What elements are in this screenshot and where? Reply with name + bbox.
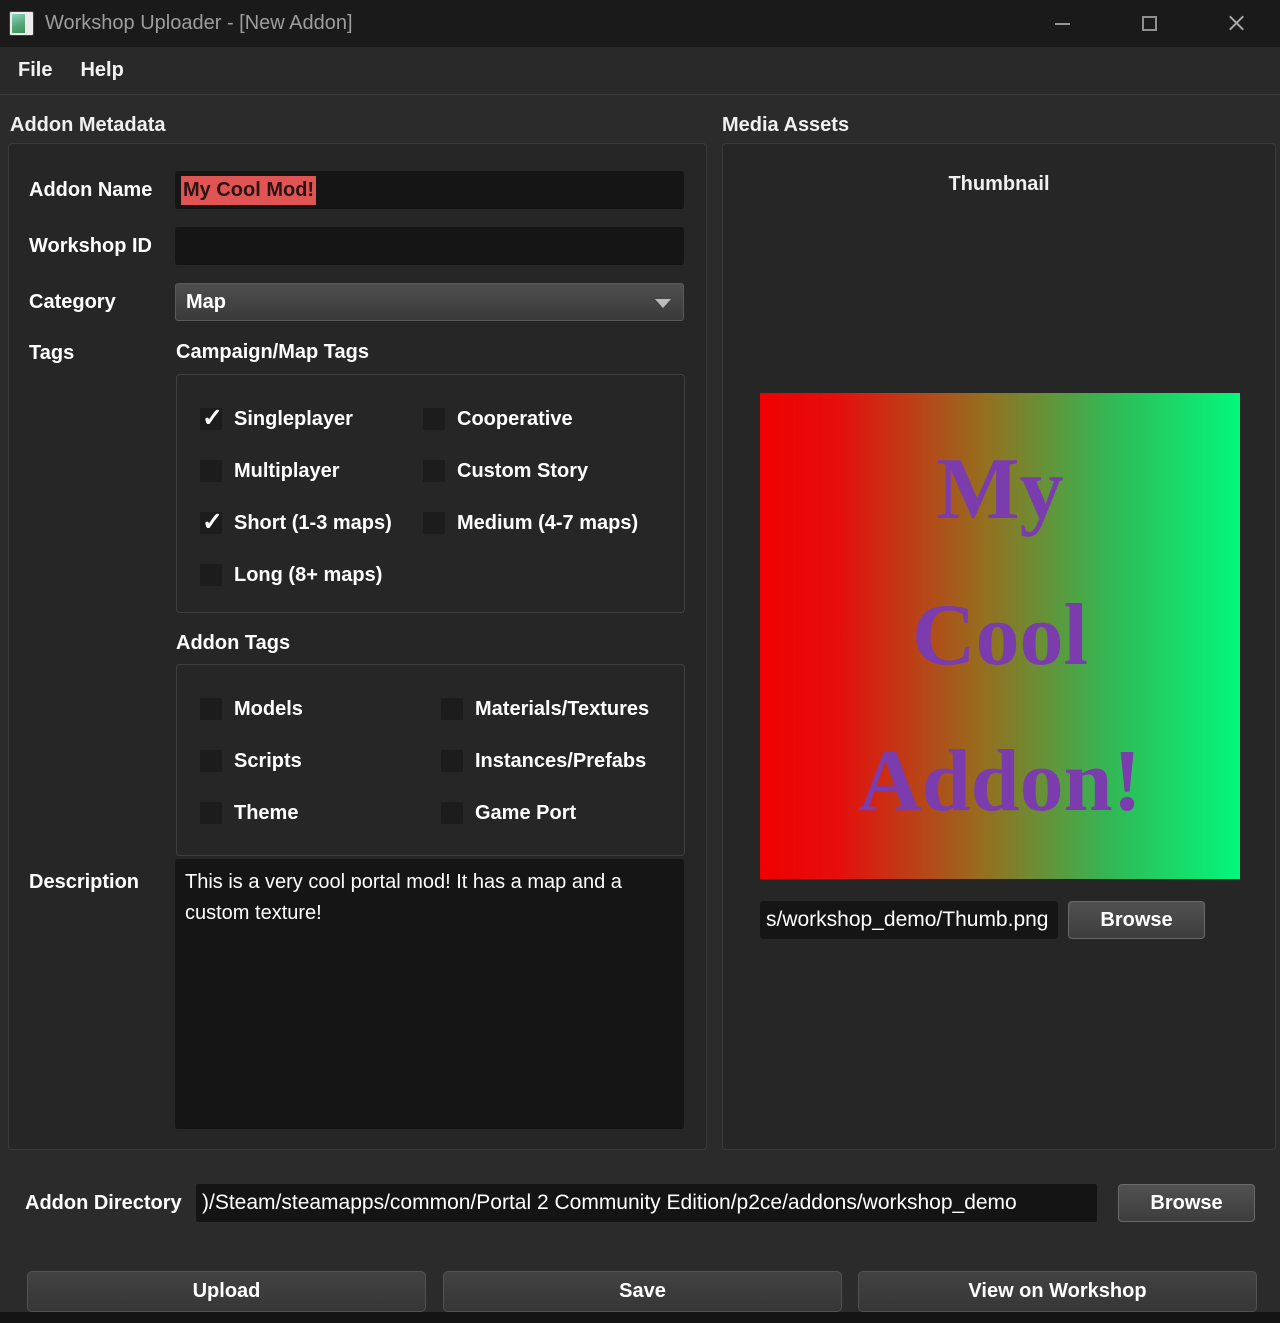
checkbox[interactable] <box>199 801 223 825</box>
campaign-tag-item[interactable]: Short (1-3 maps) <box>199 511 422 535</box>
save-button[interactable]: Save <box>443 1271 842 1312</box>
addon-directory-input[interactable]: )/Steam/steamapps/common/Portal 2 Commun… <box>196 1184 1097 1222</box>
maximize-button[interactable] <box>1106 0 1193 47</box>
description-label: Description <box>29 870 139 894</box>
checkbox-label: Multiplayer <box>234 460 340 483</box>
addon-name-selected-text: My Cool Mod! <box>181 176 316 205</box>
metadata-section-label: Addon Metadata <box>10 114 166 137</box>
addon-tag-item[interactable]: Scripts <box>199 749 440 773</box>
thumbnail-path-input[interactable]: s/workshop_demo/Thumb.png <box>760 901 1058 939</box>
addon-tag-item[interactable]: Materials/Textures <box>440 697 684 721</box>
addon-name-input[interactable]: My Cool Mod! <box>175 171 684 209</box>
media-section-label: Media Assets <box>722 114 849 137</box>
category-value: Map <box>186 291 226 314</box>
thumbnail-label: Thumbnail <box>723 173 1275 196</box>
checkbox-label: Custom Story <box>457 460 588 483</box>
checkbox-label: Scripts <box>234 750 302 773</box>
addon-tags-grid: Models Materials/Textures Scripts <box>177 665 684 839</box>
menubar: File Help <box>0 47 1280 95</box>
addon-tags-title: Addon Tags <box>176 632 290 655</box>
checkbox[interactable] <box>440 801 464 825</box>
chevron-down-icon <box>655 299 671 308</box>
addon-tag-item[interactable]: Theme <box>199 801 440 825</box>
thumbnail-path-value: s/workshop_demo/Thumb.png <box>766 908 1049 932</box>
campaign-tags-groupbox: Singleplayer Cooperative Multiplayer <box>176 374 685 613</box>
upload-button[interactable]: Upload <box>27 1271 426 1312</box>
maximize-icon <box>1142 16 1157 31</box>
checkbox[interactable] <box>422 459 446 483</box>
checkbox-label: Theme <box>234 802 298 825</box>
checkbox[interactable] <box>440 697 464 721</box>
app-icon-art <box>12 14 25 33</box>
checkbox-label: Long (8+ maps) <box>234 564 382 587</box>
titlebar: Workshop Uploader - [New Addon] <box>0 0 1280 47</box>
checkbox[interactable] <box>422 511 446 535</box>
addon-name-label: Addon Name <box>29 171 152 209</box>
checkbox[interactable] <box>440 749 464 773</box>
metadata-panel: Addon Name My Cool Mod! Workshop ID Cate… <box>8 143 707 1150</box>
app-icon <box>9 11 34 36</box>
addon-tags-groupbox: Models Materials/Textures Scripts <box>176 664 685 856</box>
checkbox-label: Materials/Textures <box>475 698 649 721</box>
thumbnail-text-line: Addon! <box>858 709 1142 855</box>
category-label: Category <box>29 283 116 321</box>
window-controls <box>1019 0 1280 47</box>
thumbnail-preview: My Cool Addon! <box>760 393 1240 879</box>
checkbox[interactable] <box>199 407 223 431</box>
checkbox[interactable] <box>422 407 446 431</box>
tags-label: Tags <box>29 334 74 372</box>
campaign-tag-item[interactable]: Long (8+ maps) <box>199 563 422 587</box>
checkbox-label: Short (1-3 maps) <box>234 512 392 535</box>
campaign-tag-item[interactable]: Custom Story <box>422 459 684 483</box>
checkbox-label: Cooperative <box>457 408 573 431</box>
thumbnail-browse-button[interactable]: Browse <box>1068 901 1205 939</box>
workshop-uploader-window: Workshop Uploader - [New Addon] File Hel… <box>0 0 1280 1323</box>
checkbox[interactable] <box>199 459 223 483</box>
checkbox-label: Medium (4-7 maps) <box>457 512 638 535</box>
thumbnail-text-line: My <box>936 417 1063 563</box>
description-textarea[interactable]: This is a very cool portal mod! It has a… <box>175 859 684 1129</box>
checkbox-label: Instances/Prefabs <box>475 750 646 773</box>
menu-help[interactable]: Help <box>66 47 137 94</box>
addon-tag-item[interactable]: Instances/Prefabs <box>440 749 684 773</box>
addon-tag-item[interactable]: Game Port <box>440 801 684 825</box>
campaign-tag-item[interactable]: Multiplayer <box>199 459 422 483</box>
view-on-workshop-button[interactable]: View on Workshop <box>858 1271 1257 1312</box>
campaign-tag-item[interactable]: Cooperative <box>422 407 684 431</box>
campaign-tags-title: Campaign/Map Tags <box>176 341 369 364</box>
campaign-tag-item[interactable]: Medium (4-7 maps) <box>422 511 684 535</box>
checkbox[interactable] <box>199 697 223 721</box>
close-icon <box>1228 15 1245 32</box>
window-bottom-edge <box>0 1312 1280 1323</box>
workshop-id-label: Workshop ID <box>29 227 152 265</box>
campaign-tag-item[interactable]: Singleplayer <box>199 407 422 431</box>
close-button[interactable] <box>1193 0 1280 47</box>
minimize-icon <box>1055 23 1070 25</box>
checkbox[interactable] <box>199 749 223 773</box>
campaign-tags-grid: Singleplayer Cooperative Multiplayer <box>177 375 684 601</box>
addon-tag-item[interactable]: Models <box>199 697 440 721</box>
checkbox-label: Singleplayer <box>234 408 353 431</box>
addon-directory-value: )/Steam/steamapps/common/Portal 2 Commun… <box>202 1191 1017 1215</box>
workshop-id-input[interactable] <box>175 227 684 265</box>
thumbnail-text-line: Cool <box>912 563 1088 709</box>
menu-file[interactable]: File <box>4 47 66 94</box>
checkbox-label: Models <box>234 698 303 721</box>
media-panel: Thumbnail My Cool Addon! s/workshop_demo… <box>722 143 1276 1150</box>
window-title: Workshop Uploader - [New Addon] <box>45 12 353 35</box>
checkbox[interactable] <box>199 511 223 535</box>
addon-directory-browse-button[interactable]: Browse <box>1118 1184 1255 1222</box>
minimize-button[interactable] <box>1019 0 1106 47</box>
addon-directory-label: Addon Directory <box>25 1184 182 1222</box>
checkbox-label: Game Port <box>475 802 576 825</box>
checkbox[interactable] <box>199 563 223 587</box>
category-dropdown[interactable]: Map <box>175 283 684 321</box>
